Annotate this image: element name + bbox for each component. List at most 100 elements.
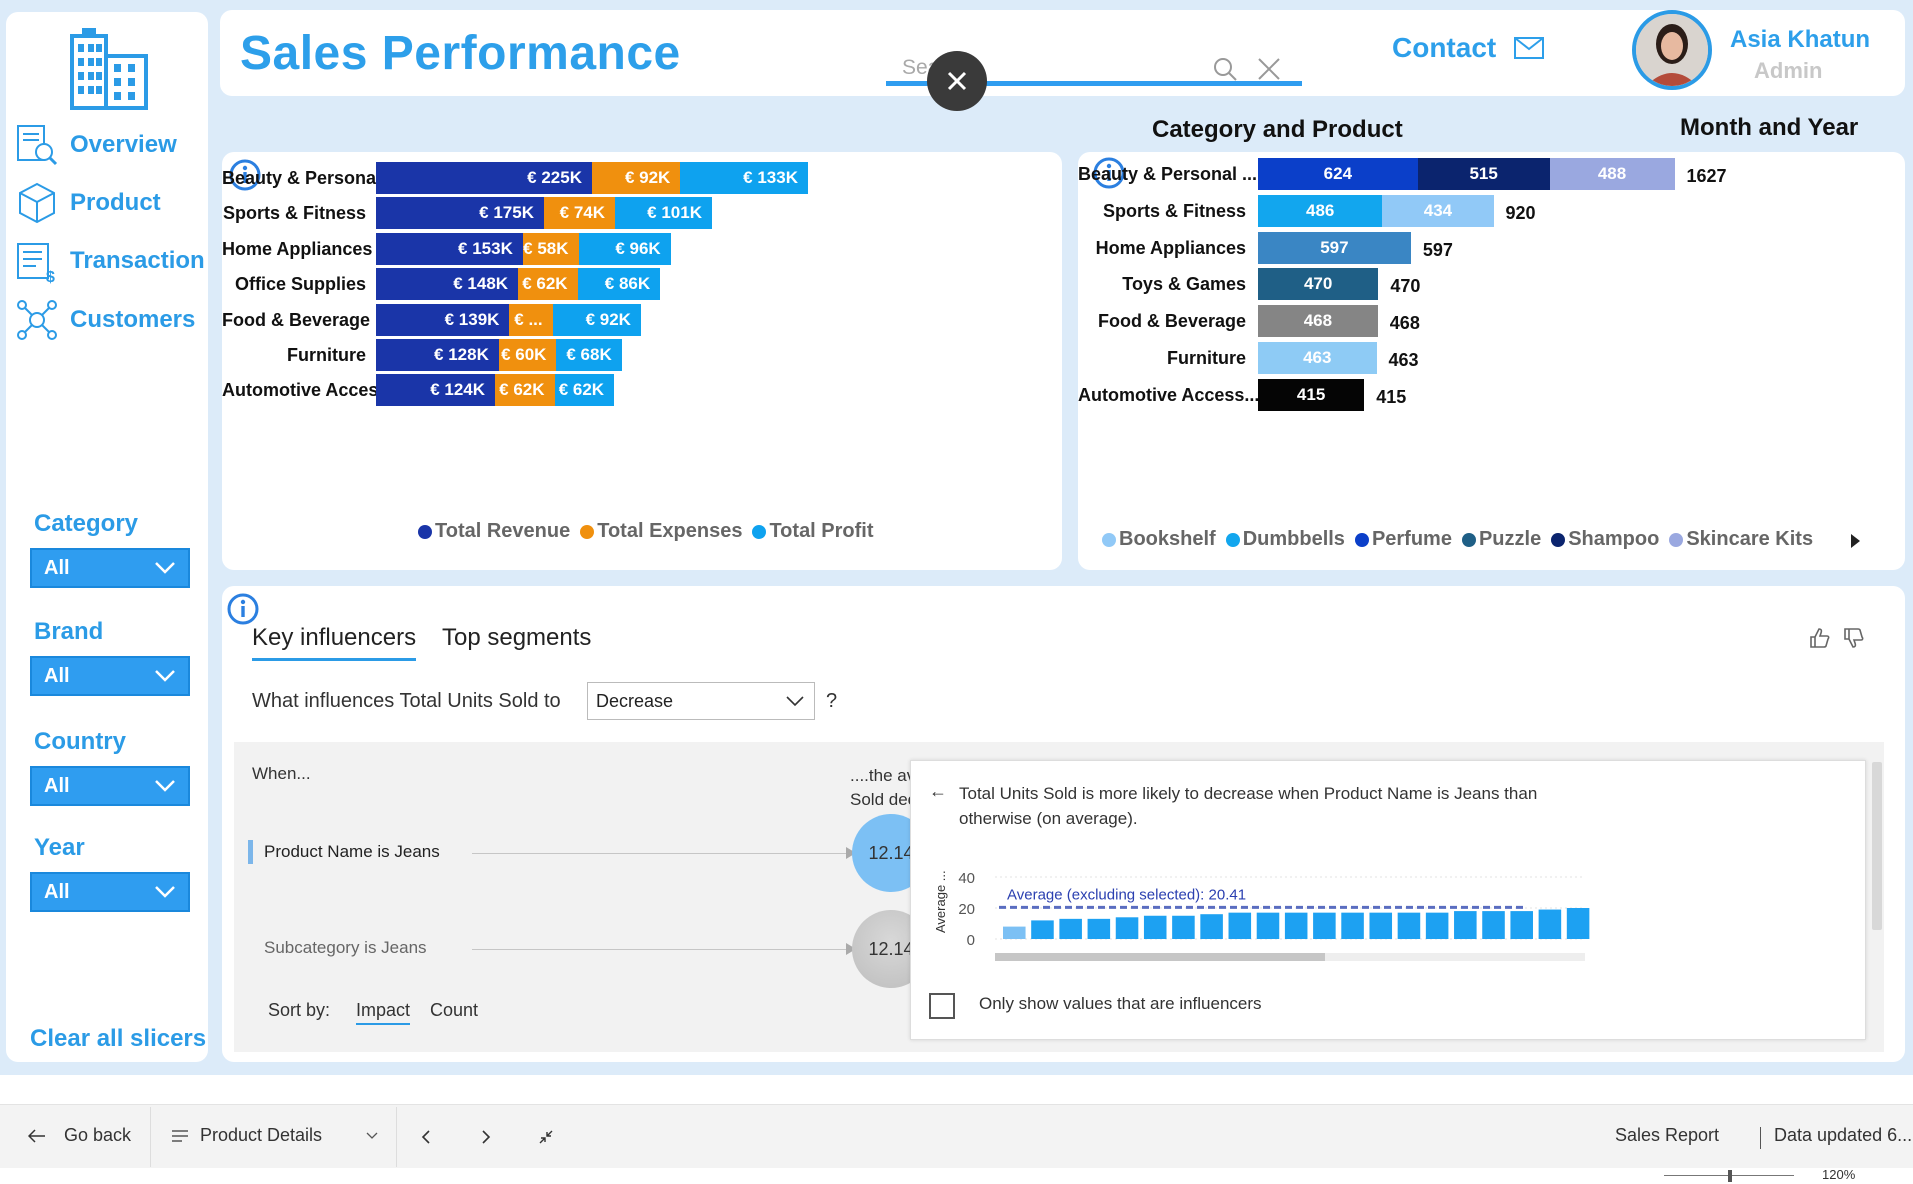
bar-segment[interactable]: € 96K — [578, 232, 671, 265]
previous-page-icon[interactable] — [420, 1129, 432, 1145]
slicer-category-label: Category — [34, 510, 139, 537]
nav-customers[interactable]: Customers — [14, 297, 195, 343]
bar-segment[interactable]: € 148K — [376, 268, 519, 301]
bar-segment[interactable]: 515 — [1417, 158, 1550, 190]
sort-impact-option[interactable]: Impact — [356, 1000, 411, 1025]
list-icon — [172, 1129, 188, 1142]
bar-segment[interactable]: 488 — [1549, 158, 1675, 190]
tab-top-segments[interactable]: Top segments — [442, 624, 591, 652]
bar-segment[interactable]: € ... — [509, 303, 553, 336]
exit-fullscreen-icon[interactable] — [538, 1129, 554, 1145]
avatar — [1632, 10, 1712, 90]
average-bar — [1059, 918, 1082, 939]
search-icon[interactable] — [1212, 56, 1238, 82]
user-photo-icon — [1636, 14, 1708, 86]
zoom-slider-thumb[interactable] — [1728, 1170, 1732, 1182]
bar-segment[interactable]: € 128K — [376, 339, 499, 371]
nav-product[interactable]: Product — [14, 180, 161, 226]
legend-item[interactable]: Puzzle — [1461, 528, 1541, 551]
bar-segment[interactable]: 434 — [1382, 194, 1494, 227]
nav-product-label: Product — [70, 189, 161, 216]
detail-scrollbar[interactable] — [1872, 762, 1882, 930]
legend-item-expenses[interactable]: Total Expenses — [580, 520, 742, 543]
influencers-only-checkbox[interactable] — [929, 993, 955, 1019]
chevron-down-icon — [155, 562, 175, 574]
bar-segment[interactable]: € 58K — [522, 232, 579, 265]
slicer-category-value: All — [44, 556, 70, 579]
tab-key-influencers[interactable]: Key influencers — [252, 624, 417, 661]
page-selector[interactable]: Product Details — [172, 1125, 378, 1146]
building-logo-icon — [70, 28, 148, 110]
bar-segment[interactable]: 597 — [1258, 231, 1411, 264]
influencer-connector — [472, 853, 852, 854]
bar-segment[interactable]: 463 — [1258, 342, 1377, 374]
average-bar — [1115, 917, 1139, 939]
slicer-year-dropdown[interactable]: All — [30, 872, 190, 912]
sort-by-label: Sort by: — [268, 1000, 331, 1020]
close-button[interactable] — [927, 51, 987, 111]
bar-segment[interactable]: € 92K — [592, 162, 681, 194]
bar-segment[interactable]: € 153K — [376, 232, 523, 265]
chevron-down-icon — [366, 1132, 378, 1139]
bar-segment[interactable]: € 139K — [376, 303, 510, 336]
bar-segment[interactable]: € 74K — [544, 197, 616, 230]
legend-item-profit[interactable]: Total Profit — [752, 520, 874, 543]
user-name: Asia Khatun — [1730, 26, 1871, 53]
bar-segment[interactable]: 468 — [1258, 305, 1378, 338]
influencer-row-label[interactable]: Subcategory is Jeans — [264, 938, 427, 958]
divider — [150, 1107, 151, 1167]
bar-segment[interactable]: € 68K — [556, 339, 622, 371]
legend-item[interactable]: Perfume — [1354, 528, 1452, 551]
influence-direction-dropdown[interactable]: Decrease — [587, 682, 815, 720]
clear-all-slicers-button[interactable]: Clear all slicers — [30, 1025, 206, 1053]
legend-item[interactable]: Bookshelf — [1102, 528, 1216, 551]
bar-segment[interactable]: 470 — [1258, 268, 1379, 301]
back-arrow-icon[interactable]: ← — [929, 781, 947, 802]
thumbs-down-icon[interactable] — [1842, 626, 1866, 650]
slicer-category-dropdown[interactable]: All — [30, 548, 190, 588]
legend-item[interactable]: Shampoo — [1551, 528, 1659, 551]
arrow-left-icon — [28, 1128, 45, 1143]
slicer-country-dropdown[interactable]: All — [30, 766, 190, 806]
bar-segment[interactable]: € 124K — [376, 374, 496, 407]
nav-overview[interactable]: Overview — [14, 122, 177, 168]
bar-total-label: 470 — [1390, 276, 1421, 297]
legend-next-icon[interactable] — [1848, 532, 1862, 550]
y-tick-label: 40 — [958, 870, 975, 887]
legend-item-revenue[interactable]: Total Revenue — [418, 520, 570, 543]
info-icon[interactable] — [226, 592, 260, 626]
legend-item[interactable]: Dumbbells — [1225, 528, 1345, 551]
contact-link[interactable]: Contact — [1392, 32, 1545, 64]
page-title: Sales Performance — [240, 27, 681, 80]
legend-label: Perfume — [1371, 528, 1452, 550]
bar-segment[interactable]: € 86K — [577, 268, 661, 301]
go-back-button[interactable]: Go back — [28, 1125, 131, 1146]
sort-count-option[interactable]: Count — [430, 1000, 478, 1021]
bar-total-label: 463 — [1388, 350, 1419, 370]
bar-segment[interactable]: € 92K — [552, 303, 641, 336]
bar-segment[interactable]: € 60K — [498, 339, 557, 371]
next-page-icon[interactable] — [480, 1129, 492, 1145]
help-question-mark[interactable]: ? — [826, 690, 837, 713]
bar-segment[interactable]: € 62K — [518, 268, 578, 301]
thumbs-up-icon[interactable] — [1808, 626, 1832, 650]
slicer-brand-dropdown[interactable]: All — [30, 656, 190, 696]
nav-transaction[interactable]: $ Transaction — [14, 238, 205, 284]
legend-revenue-label: Total Revenue — [435, 520, 571, 542]
legend-item[interactable]: Skincare Kits — [1669, 528, 1813, 551]
bar-segment[interactable]: € 101K — [615, 197, 712, 230]
when-header: When... — [252, 764, 311, 783]
clear-search-icon[interactable] — [1256, 56, 1282, 82]
bar-segment[interactable]: € 175K — [376, 197, 544, 230]
legend-expenses-label: Total Expenses — [597, 520, 743, 542]
bar-segment[interactable]: € 225K — [376, 162, 592, 194]
bar-segment[interactable]: € 62K — [495, 374, 555, 407]
network-icon — [17, 300, 57, 340]
bar-segment[interactable]: € 133K — [680, 162, 808, 194]
nav-customers-label: Customers — [70, 306, 196, 333]
bar-segment[interactable]: 624 — [1258, 158, 1418, 190]
bar-segment[interactable]: 415 — [1258, 378, 1365, 411]
influencer-row-label[interactable]: Product Name is Jeans — [264, 842, 440, 862]
bar-segment[interactable]: 486 — [1258, 194, 1383, 227]
bar-segment[interactable]: € 62K — [554, 374, 615, 407]
